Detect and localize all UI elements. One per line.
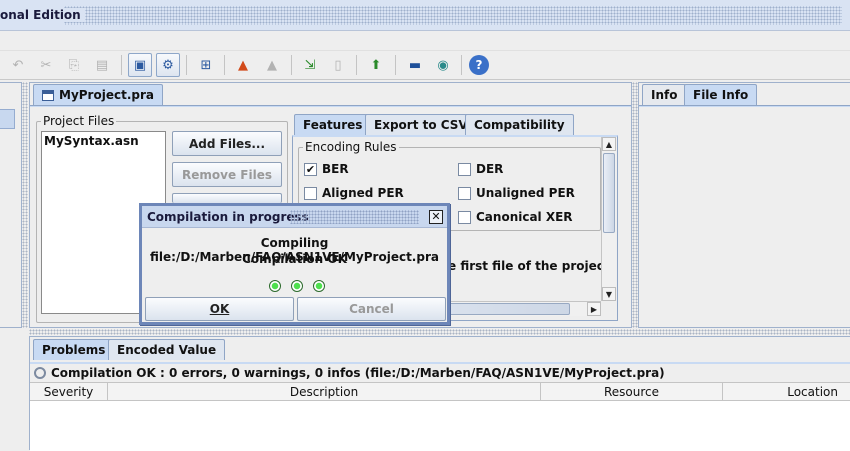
right-tab-underline	[639, 105, 850, 107]
der-check-box[interactable]	[458, 162, 471, 176]
paste-icon: ▤	[95, 57, 109, 73]
settings-icon[interactable]: ⚙	[156, 53, 180, 77]
dialog-title-bar[interactable]: Compilation in progress ✕	[142, 206, 447, 228]
left-panel-selected-item[interactable]	[0, 109, 15, 129]
left-panel	[0, 82, 22, 328]
ber-label: BER	[322, 162, 349, 176]
title-bar[interactable]: onal Edition	[0, 0, 850, 31]
compilation-status-text: Compilation OK : 0 errors, 0 warnings, 0…	[51, 365, 665, 380]
problems-table-header: Severity Description Resource Location	[30, 382, 850, 401]
page-icon: ▯	[334, 57, 342, 73]
tab-myproject-label: MyProject.pra	[59, 88, 154, 102]
scroll-up-icon[interactable]: ▲	[602, 137, 616, 151]
bottom-splitter[interactable]	[29, 329, 850, 335]
toolbar-separator	[121, 55, 122, 75]
tab-compatibility[interactable]: Compatibility	[465, 114, 574, 135]
cut-icon: ✂	[40, 57, 52, 73]
progress-dot-icon	[313, 280, 325, 292]
problems-table-body[interactable]	[30, 401, 850, 451]
der-checkbox[interactable]: DER	[458, 162, 503, 176]
gear-icon	[34, 366, 46, 379]
toolbar-separator	[291, 55, 292, 75]
toolbar-separator	[356, 55, 357, 75]
progress-dot-icon	[269, 280, 281, 292]
tab-problems[interactable]: Problems	[33, 339, 115, 360]
progress-dot-icon	[291, 280, 303, 292]
menu-bar	[0, 31, 850, 51]
canonical-xer-label: Canonical XER	[476, 210, 573, 224]
ok-button[interactable]: OK	[145, 297, 294, 321]
title-bar-grip	[64, 6, 842, 25]
close-icon[interactable]: ✕	[429, 210, 443, 224]
column-resource[interactable]: Resource	[541, 383, 723, 400]
canonical-xer-checkbox[interactable]: Canonical XER	[458, 210, 573, 224]
tab-underline	[30, 105, 631, 107]
toolbar-separator	[461, 55, 462, 75]
hidden-button	[172, 193, 282, 203]
refresh-icon[interactable]: ◉	[431, 53, 455, 77]
window-file-icon	[42, 89, 54, 101]
window-title: onal Edition	[0, 8, 85, 22]
tab-features[interactable]: Features	[294, 114, 372, 135]
toolbar-separator	[224, 55, 225, 75]
monitor-icon[interactable]: ▬	[403, 53, 427, 77]
tab-encoded-value[interactable]: Encoded Value	[108, 339, 226, 360]
aligned-per-label: Aligned PER	[322, 186, 404, 200]
shapes-icon[interactable]: ▲	[231, 53, 255, 77]
tab-info[interactable]: Info	[642, 84, 687, 105]
ber-check-box[interactable]: ✔	[304, 162, 317, 176]
problems-panel: Problems Encoded Value Compilation OK : …	[29, 336, 850, 451]
cancel-button[interactable]: Cancel	[297, 297, 446, 321]
unaligned-per-label: Unaligned PER	[476, 186, 575, 200]
features-vertical-scrollbar[interactable]: ▲ ▼	[601, 137, 616, 301]
dialog-title-grip	[290, 210, 419, 224]
build-icon[interactable]: ⬆	[364, 53, 388, 77]
aligned-per-checkbox[interactable]: Aligned PER	[304, 186, 404, 200]
toolbar: ↶ ✂ ⎘ ▤ ▣ ⚙ ⊞ ▲ ▲ ⇲ ▯ ⬆ ▬ ◉ ?	[0, 51, 850, 80]
list-item[interactable]: MySyntax.asn	[42, 132, 165, 150]
remove-files-button[interactable]: Remove Files	[172, 162, 282, 187]
compilation-dialog: Compilation in progress ✕ Compiling file…	[139, 203, 450, 325]
right-panel: Info File Info	[638, 82, 850, 328]
dialog-message-line2: Compilation OK	[242, 252, 347, 266]
scroll-down-icon[interactable]: ▼	[602, 287, 616, 301]
left-splitter[interactable]	[22, 82, 28, 328]
window-icon[interactable]: ▣	[128, 53, 152, 77]
column-severity[interactable]: Severity	[30, 383, 108, 400]
unaligned-per-checkbox[interactable]: Unaligned PER	[458, 186, 575, 200]
toolbar-separator	[186, 55, 187, 75]
compilation-status: Compilation OK : 0 errors, 0 warnings, 0…	[30, 362, 850, 381]
hierarchy-icon[interactable]: ⊞	[194, 53, 218, 77]
column-location[interactable]: Location	[723, 383, 850, 400]
unaligned-per-check-box[interactable]	[458, 186, 471, 200]
dialog-title: Compilation in progress	[147, 210, 309, 224]
first-file-option-label: e first file of the project	[448, 259, 610, 273]
toolbar-separator	[395, 55, 396, 75]
ber-checkbox[interactable]: ✔ BER	[304, 162, 349, 176]
copy-icon: ⎘	[68, 57, 80, 73]
shapes-disabled-icon: ▲	[267, 57, 277, 73]
encoding-rules-legend: Encoding Rules	[303, 140, 399, 154]
der-label: DER	[476, 162, 504, 176]
tab-export-csv[interactable]: Export to CSV	[365, 114, 477, 135]
vertical-scroll-thumb[interactable]	[603, 153, 615, 233]
help-icon[interactable]: ?	[469, 55, 489, 75]
undo-icon: ↶	[12, 57, 24, 73]
import-icon[interactable]: ⇲	[298, 53, 322, 77]
canonical-xer-check-box[interactable]	[458, 210, 471, 224]
project-files-legend: Project Files	[41, 114, 117, 128]
add-files-button[interactable]: Add Files...	[172, 131, 282, 156]
scroll-right-icon[interactable]: ▶	[587, 302, 601, 316]
tab-file-info[interactable]: File Info	[684, 84, 758, 105]
column-description[interactable]: Description	[108, 383, 541, 400]
tab-myproject[interactable]: MyProject.pra	[33, 84, 163, 105]
aligned-per-check-box[interactable]	[304, 186, 317, 200]
